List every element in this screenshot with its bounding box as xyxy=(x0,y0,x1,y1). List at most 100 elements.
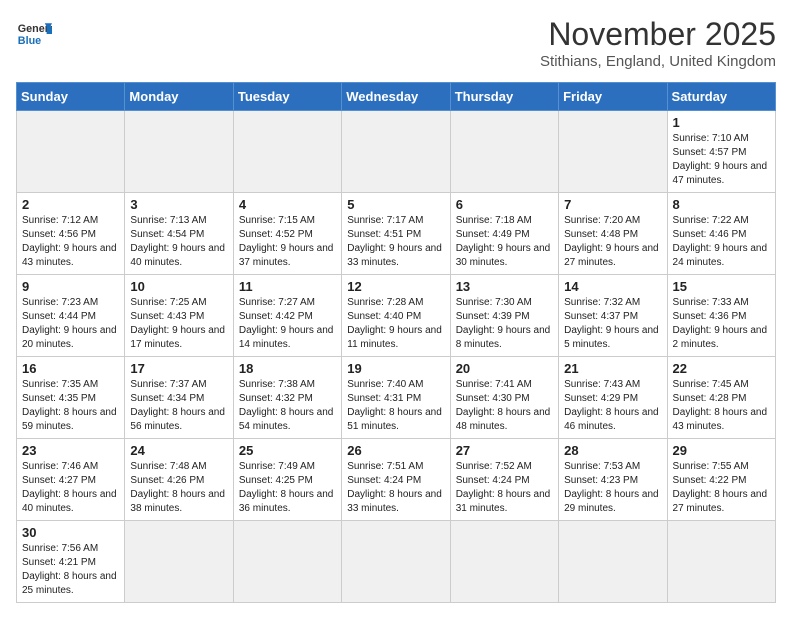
day-info: Sunrise: 7:27 AM Sunset: 4:42 PM Dayligh… xyxy=(239,296,336,352)
day-info: Sunrise: 7:38 AM Sunset: 4:32 PM Dayligh… xyxy=(239,378,336,434)
title-section: November 2025 Stithians, England, United… xyxy=(540,16,776,70)
day-number: 25 xyxy=(239,443,336,458)
calendar-cell xyxy=(559,111,667,193)
calendar-table: SundayMondayTuesdayWednesdayThursdayFrid… xyxy=(16,82,776,603)
calendar-week-row: 2 Sunrise: 7:12 AM Sunset: 4:56 PM Daylig… xyxy=(17,193,776,275)
calendar-cell: 10 Sunrise: 7:25 AM Sunset: 4:43 PM Dayli… xyxy=(125,275,233,357)
calendar-cell: 30 Sunrise: 7:56 AM Sunset: 4:21 PM Dayli… xyxy=(17,521,125,603)
day-info: Sunrise: 7:33 AM Sunset: 4:36 PM Dayligh… xyxy=(673,296,770,352)
day-number: 22 xyxy=(673,361,770,376)
day-number: 7 xyxy=(564,197,661,212)
weekday-header-wednesday: Wednesday xyxy=(342,83,450,111)
day-info: Sunrise: 7:23 AM Sunset: 4:44 PM Dayligh… xyxy=(22,296,119,352)
calendar-cell xyxy=(125,521,233,603)
logo-icon: General Blue xyxy=(16,16,52,52)
day-info: Sunrise: 7:15 AM Sunset: 4:52 PM Dayligh… xyxy=(239,214,336,270)
day-info: Sunrise: 7:51 AM Sunset: 4:24 PM Dayligh… xyxy=(347,460,444,516)
page-header: General Blue November 2025 Stithians, En… xyxy=(16,16,776,70)
calendar-cell xyxy=(450,111,558,193)
day-number: 29 xyxy=(673,443,770,458)
calendar-cell: 15 Sunrise: 7:33 AM Sunset: 4:36 PM Dayli… xyxy=(667,275,775,357)
day-number: 12 xyxy=(347,279,444,294)
weekday-header-thursday: Thursday xyxy=(450,83,558,111)
calendar-cell: 21 Sunrise: 7:43 AM Sunset: 4:29 PM Dayli… xyxy=(559,357,667,439)
calendar-cell: 27 Sunrise: 7:52 AM Sunset: 4:24 PM Dayli… xyxy=(450,439,558,521)
day-number: 3 xyxy=(130,197,227,212)
weekday-header-row: SundayMondayTuesdayWednesdayThursdayFrid… xyxy=(17,83,776,111)
calendar-cell: 5 Sunrise: 7:17 AM Sunset: 4:51 PM Daylig… xyxy=(342,193,450,275)
calendar-cell xyxy=(342,521,450,603)
day-number: 6 xyxy=(456,197,553,212)
day-info: Sunrise: 7:56 AM Sunset: 4:21 PM Dayligh… xyxy=(22,542,119,598)
day-number: 17 xyxy=(130,361,227,376)
calendar-cell: 4 Sunrise: 7:15 AM Sunset: 4:52 PM Daylig… xyxy=(233,193,341,275)
calendar-week-row: 16 Sunrise: 7:35 AM Sunset: 4:35 PM Dayli… xyxy=(17,357,776,439)
day-info: Sunrise: 7:17 AM Sunset: 4:51 PM Dayligh… xyxy=(347,214,444,270)
calendar-cell: 13Sunrise: 7:30 AM Sunset: 4:39 PM Dayli… xyxy=(450,275,558,357)
calendar-cell xyxy=(17,111,125,193)
calendar-cell: 28Sunrise: 7:53 AM Sunset: 4:23 PM Dayli… xyxy=(559,439,667,521)
calendar-title: November 2025 xyxy=(540,16,776,53)
svg-text:Blue: Blue xyxy=(18,35,41,47)
calendar-cell: 19Sunrise: 7:40 AM Sunset: 4:31 PM Dayli… xyxy=(342,357,450,439)
day-number: 14 xyxy=(564,279,661,294)
day-info: Sunrise: 7:48 AM Sunset: 4:26 PM Dayligh… xyxy=(130,460,227,516)
day-info: Sunrise: 7:30 AM Sunset: 4:39 PM Dayligh… xyxy=(456,296,553,352)
day-number: 4 xyxy=(239,197,336,212)
day-number: 16 xyxy=(22,361,119,376)
day-info: Sunrise: 7:32 AM Sunset: 4:37 PM Dayligh… xyxy=(564,296,661,352)
weekday-header-tuesday: Tuesday xyxy=(233,83,341,111)
day-number: 8 xyxy=(673,197,770,212)
day-number: 10 xyxy=(130,279,227,294)
day-info: Sunrise: 7:55 AM Sunset: 4:22 PM Dayligh… xyxy=(673,460,770,516)
day-number: 15 xyxy=(673,279,770,294)
day-info: Sunrise: 7:53 AM Sunset: 4:23 PM Dayligh… xyxy=(564,460,661,516)
calendar-week-row: 9Sunrise: 7:23 AM Sunset: 4:44 PM Daylig… xyxy=(17,275,776,357)
day-info: Sunrise: 7:35 AM Sunset: 4:35 PM Dayligh… xyxy=(22,378,119,434)
day-info: Sunrise: 7:22 AM Sunset: 4:46 PM Dayligh… xyxy=(673,214,770,270)
day-number: 5 xyxy=(347,197,444,212)
calendar-cell: 29 Sunrise: 7:55 AM Sunset: 4:22 PM Dayli… xyxy=(667,439,775,521)
day-info: Sunrise: 7:12 AM Sunset: 4:56 PM Dayligh… xyxy=(22,214,119,270)
weekday-header-sunday: Sunday xyxy=(17,83,125,111)
weekday-header-monday: Monday xyxy=(125,83,233,111)
calendar-cell: 20 Sunrise: 7:41 AM Sunset: 4:30 PM Dayli… xyxy=(450,357,558,439)
day-number: 26 xyxy=(347,443,444,458)
calendar-cell: 9Sunrise: 7:23 AM Sunset: 4:44 PM Daylig… xyxy=(17,275,125,357)
calendar-cell: 17Sunrise: 7:37 AM Sunset: 4:34 PM Dayli… xyxy=(125,357,233,439)
day-info: Sunrise: 7:46 AM Sunset: 4:27 PM Dayligh… xyxy=(22,460,119,516)
day-info: Sunrise: 7:49 AM Sunset: 4:25 PM Dayligh… xyxy=(239,460,336,516)
logo: General Blue xyxy=(16,16,52,52)
calendar-cell: 16 Sunrise: 7:35 AM Sunset: 4:35 PM Dayli… xyxy=(17,357,125,439)
day-number: 23 xyxy=(22,443,119,458)
calendar-cell: 14 Sunrise: 7:32 AM Sunset: 4:37 PM Dayli… xyxy=(559,275,667,357)
calendar-week-row: 23 Sunrise: 7:46 AM Sunset: 4:27 PM Dayli… xyxy=(17,439,776,521)
day-info: Sunrise: 7:13 AM Sunset: 4:54 PM Dayligh… xyxy=(130,214,227,270)
day-number: 18 xyxy=(239,361,336,376)
day-number: 27 xyxy=(456,443,553,458)
day-info: Sunrise: 7:41 AM Sunset: 4:30 PM Dayligh… xyxy=(456,378,553,434)
day-number: 1 xyxy=(673,115,770,130)
day-number: 21 xyxy=(564,361,661,376)
calendar-cell: 24Sunrise: 7:48 AM Sunset: 4:26 PM Dayli… xyxy=(125,439,233,521)
weekday-header-friday: Friday xyxy=(559,83,667,111)
day-info: Sunrise: 7:25 AM Sunset: 4:43 PM Dayligh… xyxy=(130,296,227,352)
day-info: Sunrise: 7:52 AM Sunset: 4:24 PM Dayligh… xyxy=(456,460,553,516)
calendar-cell xyxy=(450,521,558,603)
day-number: 30 xyxy=(22,525,119,540)
calendar-cell xyxy=(559,521,667,603)
calendar-cell: 1 Sunrise: 7:10 AM Sunset: 4:57 PM Daylig… xyxy=(667,111,775,193)
day-info: Sunrise: 7:18 AM Sunset: 4:49 PM Dayligh… xyxy=(456,214,553,270)
day-info: Sunrise: 7:43 AM Sunset: 4:29 PM Dayligh… xyxy=(564,378,661,434)
calendar-cell: 7Sunrise: 7:20 AM Sunset: 4:48 PM Daylig… xyxy=(559,193,667,275)
day-info: Sunrise: 7:45 AM Sunset: 4:28 PM Dayligh… xyxy=(673,378,770,434)
day-info: Sunrise: 7:10 AM Sunset: 4:57 PM Dayligh… xyxy=(673,132,770,188)
day-number: 20 xyxy=(456,361,553,376)
day-number: 11 xyxy=(239,279,336,294)
calendar-cell: 11 Sunrise: 7:27 AM Sunset: 4:42 PM Dayli… xyxy=(233,275,341,357)
calendar-cell: 22 Sunrise: 7:45 AM Sunset: 4:28 PM Dayli… xyxy=(667,357,775,439)
calendar-cell: 8 Sunrise: 7:22 AM Sunset: 4:46 PM Daylig… xyxy=(667,193,775,275)
calendar-subtitle: Stithians, England, United Kingdom xyxy=(540,53,776,70)
day-number: 2 xyxy=(22,197,119,212)
day-info: Sunrise: 7:28 AM Sunset: 4:40 PM Dayligh… xyxy=(347,296,444,352)
